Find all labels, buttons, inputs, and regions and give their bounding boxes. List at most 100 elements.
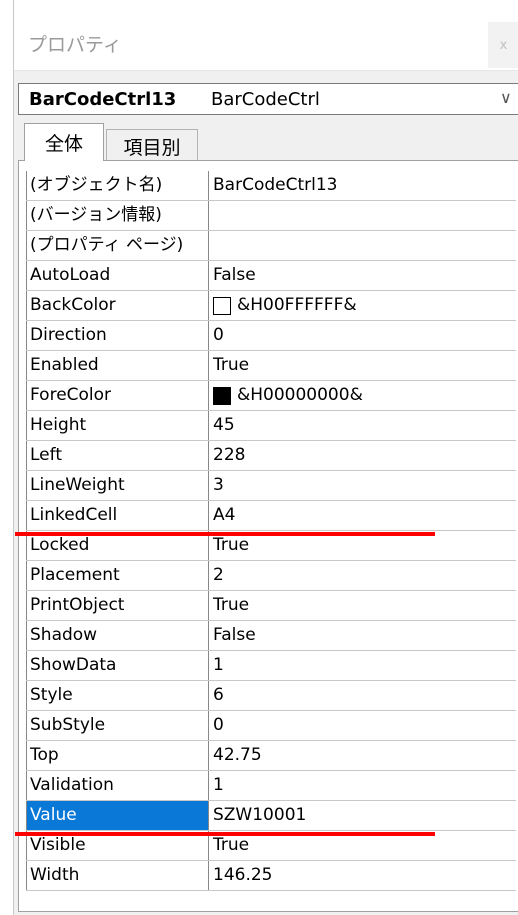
- property-row[interactable]: (オブジェクト名) BarCodeCtrl13: [26, 171, 516, 201]
- property-row[interactable]: Placement 2: [26, 561, 516, 591]
- property-value-text: 6: [213, 685, 224, 705]
- property-value[interactable]: 228: [209, 441, 516, 470]
- property-value-text: 42.75: [213, 745, 262, 765]
- property-value[interactable]: 42.75: [209, 741, 516, 770]
- object-selector-dropdown[interactable]: BarCodeCtrl13 BarCodeCtrl ∨: [18, 83, 518, 115]
- property-value[interactable]: False: [209, 261, 516, 290]
- property-name[interactable]: Left: [26, 441, 209, 470]
- tab-alphabetic-label: 全体: [44, 133, 83, 155]
- property-row[interactable]: SubStyle 0: [26, 711, 516, 741]
- property-row[interactable]: (バージョン情報): [26, 201, 516, 231]
- property-value[interactable]: 2: [209, 561, 516, 590]
- property-name[interactable]: AutoLoad: [26, 261, 209, 290]
- property-row[interactable]: Height 45: [26, 411, 516, 441]
- property-value-text: 3: [213, 475, 224, 495]
- property-name[interactable]: (バージョン情報): [26, 201, 209, 230]
- property-name[interactable]: Style: [26, 681, 209, 710]
- property-name[interactable]: PrintObject: [26, 591, 209, 620]
- property-value[interactable]: False: [209, 621, 516, 650]
- property-name[interactable]: LineWeight: [26, 471, 209, 500]
- property-value-text: 0: [213, 325, 224, 345]
- property-name[interactable]: Direction: [26, 321, 209, 350]
- property-name[interactable]: (オブジェクト名): [26, 171, 209, 200]
- close-icon: x: [499, 37, 508, 53]
- property-name[interactable]: (プロパティ ページ): [26, 231, 209, 260]
- color-swatch-icon: [213, 386, 231, 405]
- tab-categorized[interactable]: 項目別: [106, 129, 198, 163]
- property-value[interactable]: &H00000000&: [209, 381, 516, 410]
- property-name[interactable]: Top: [26, 741, 209, 770]
- property-row[interactable]: LineWeight 3: [26, 471, 516, 501]
- tab-categorized-label: 項目別: [123, 137, 181, 159]
- property-name[interactable]: BackColor: [26, 291, 209, 320]
- property-row[interactable]: Style 6: [26, 681, 516, 711]
- property-row[interactable]: Direction 0: [26, 321, 516, 351]
- property-row[interactable]: LinkedCell A4: [26, 501, 516, 531]
- property-name[interactable]: Shadow: [26, 621, 209, 650]
- property-value[interactable]: &H00FFFFFF&: [209, 291, 516, 320]
- title-bar: プロパティ x: [14, 0, 518, 71]
- value-highlight-line: [15, 832, 435, 836]
- property-value[interactable]: True: [209, 351, 516, 380]
- property-value-text: &H00FFFFFF&: [237, 295, 357, 315]
- property-name[interactable]: ShowData: [26, 651, 209, 680]
- property-row[interactable]: Value SZW10001: [26, 801, 516, 831]
- property-value[interactable]: 1: [209, 771, 516, 800]
- property-name[interactable]: LinkedCell: [26, 501, 209, 530]
- property-value[interactable]: 0: [209, 321, 516, 350]
- property-value[interactable]: 146.25: [209, 861, 516, 890]
- property-value[interactable]: 0: [209, 711, 516, 740]
- property-value-text: False: [213, 265, 256, 285]
- property-value[interactable]: BarCodeCtrl13: [209, 171, 516, 200]
- property-value-text: True: [213, 355, 250, 375]
- property-value-text: A4: [213, 505, 236, 525]
- property-row[interactable]: Width 146.25: [26, 861, 516, 891]
- property-value[interactable]: [209, 231, 516, 260]
- property-row[interactable]: Enabled True: [26, 351, 516, 381]
- property-value-text: &H00000000&: [237, 385, 363, 405]
- property-name[interactable]: Width: [26, 861, 209, 890]
- property-name[interactable]: Value: [26, 801, 209, 830]
- property-row[interactable]: Shadow False: [26, 621, 516, 651]
- close-button[interactable]: x: [488, 22, 518, 68]
- property-value-text: 228: [213, 445, 246, 465]
- property-value-text: 45: [213, 415, 235, 435]
- property-value-text: 146.25: [213, 865, 273, 885]
- object-name: BarCodeCtrl13: [29, 89, 177, 110]
- property-row[interactable]: Left 228: [26, 441, 516, 471]
- property-row[interactable]: BackColor &H00FFFFFF&: [26, 291, 516, 321]
- property-value[interactable]: 1: [209, 651, 516, 680]
- property-value-text: False: [213, 625, 256, 645]
- property-value-text: 1: [213, 655, 224, 675]
- property-name[interactable]: Height: [26, 411, 209, 440]
- property-name[interactable]: SubStyle: [26, 711, 209, 740]
- properties-window: プロパティ x BarCodeCtrl13 BarCodeCtrl ∨ 全体 項…: [13, 0, 518, 915]
- property-name[interactable]: Placement: [26, 561, 209, 590]
- property-value-text: 2: [213, 565, 224, 585]
- property-value-text: 0: [213, 715, 224, 735]
- property-value-text: BarCodeCtrl13: [213, 175, 338, 195]
- property-value[interactable]: 6: [209, 681, 516, 710]
- property-name[interactable]: Enabled: [26, 351, 209, 380]
- property-value[interactable]: A4: [209, 501, 516, 530]
- property-name[interactable]: Validation: [26, 771, 209, 800]
- property-row[interactable]: PrintObject True: [26, 591, 516, 621]
- property-row[interactable]: Top 42.75: [26, 741, 516, 771]
- property-row[interactable]: AutoLoad False: [26, 261, 516, 291]
- tab-alphabetic[interactable]: 全体: [24, 123, 104, 161]
- property-row[interactable]: ShowData 1: [26, 651, 516, 681]
- property-row[interactable]: ForeColor &H00000000&: [26, 381, 516, 411]
- property-value[interactable]: 45: [209, 411, 516, 440]
- property-row[interactable]: (プロパティ ページ): [26, 231, 516, 261]
- property-value-text: 1: [213, 775, 224, 795]
- property-value[interactable]: 3: [209, 471, 516, 500]
- property-value-text: True: [213, 595, 250, 615]
- property-row[interactable]: Validation 1: [26, 771, 516, 801]
- property-name[interactable]: ForeColor: [26, 381, 209, 410]
- linkedcell-highlight-line: [15, 532, 435, 536]
- property-value[interactable]: True: [209, 591, 516, 620]
- property-value[interactable]: SZW10001: [209, 801, 516, 830]
- color-swatch-icon: [213, 296, 231, 315]
- property-value[interactable]: [209, 201, 516, 230]
- chevron-down-icon[interactable]: ∨: [500, 88, 512, 107]
